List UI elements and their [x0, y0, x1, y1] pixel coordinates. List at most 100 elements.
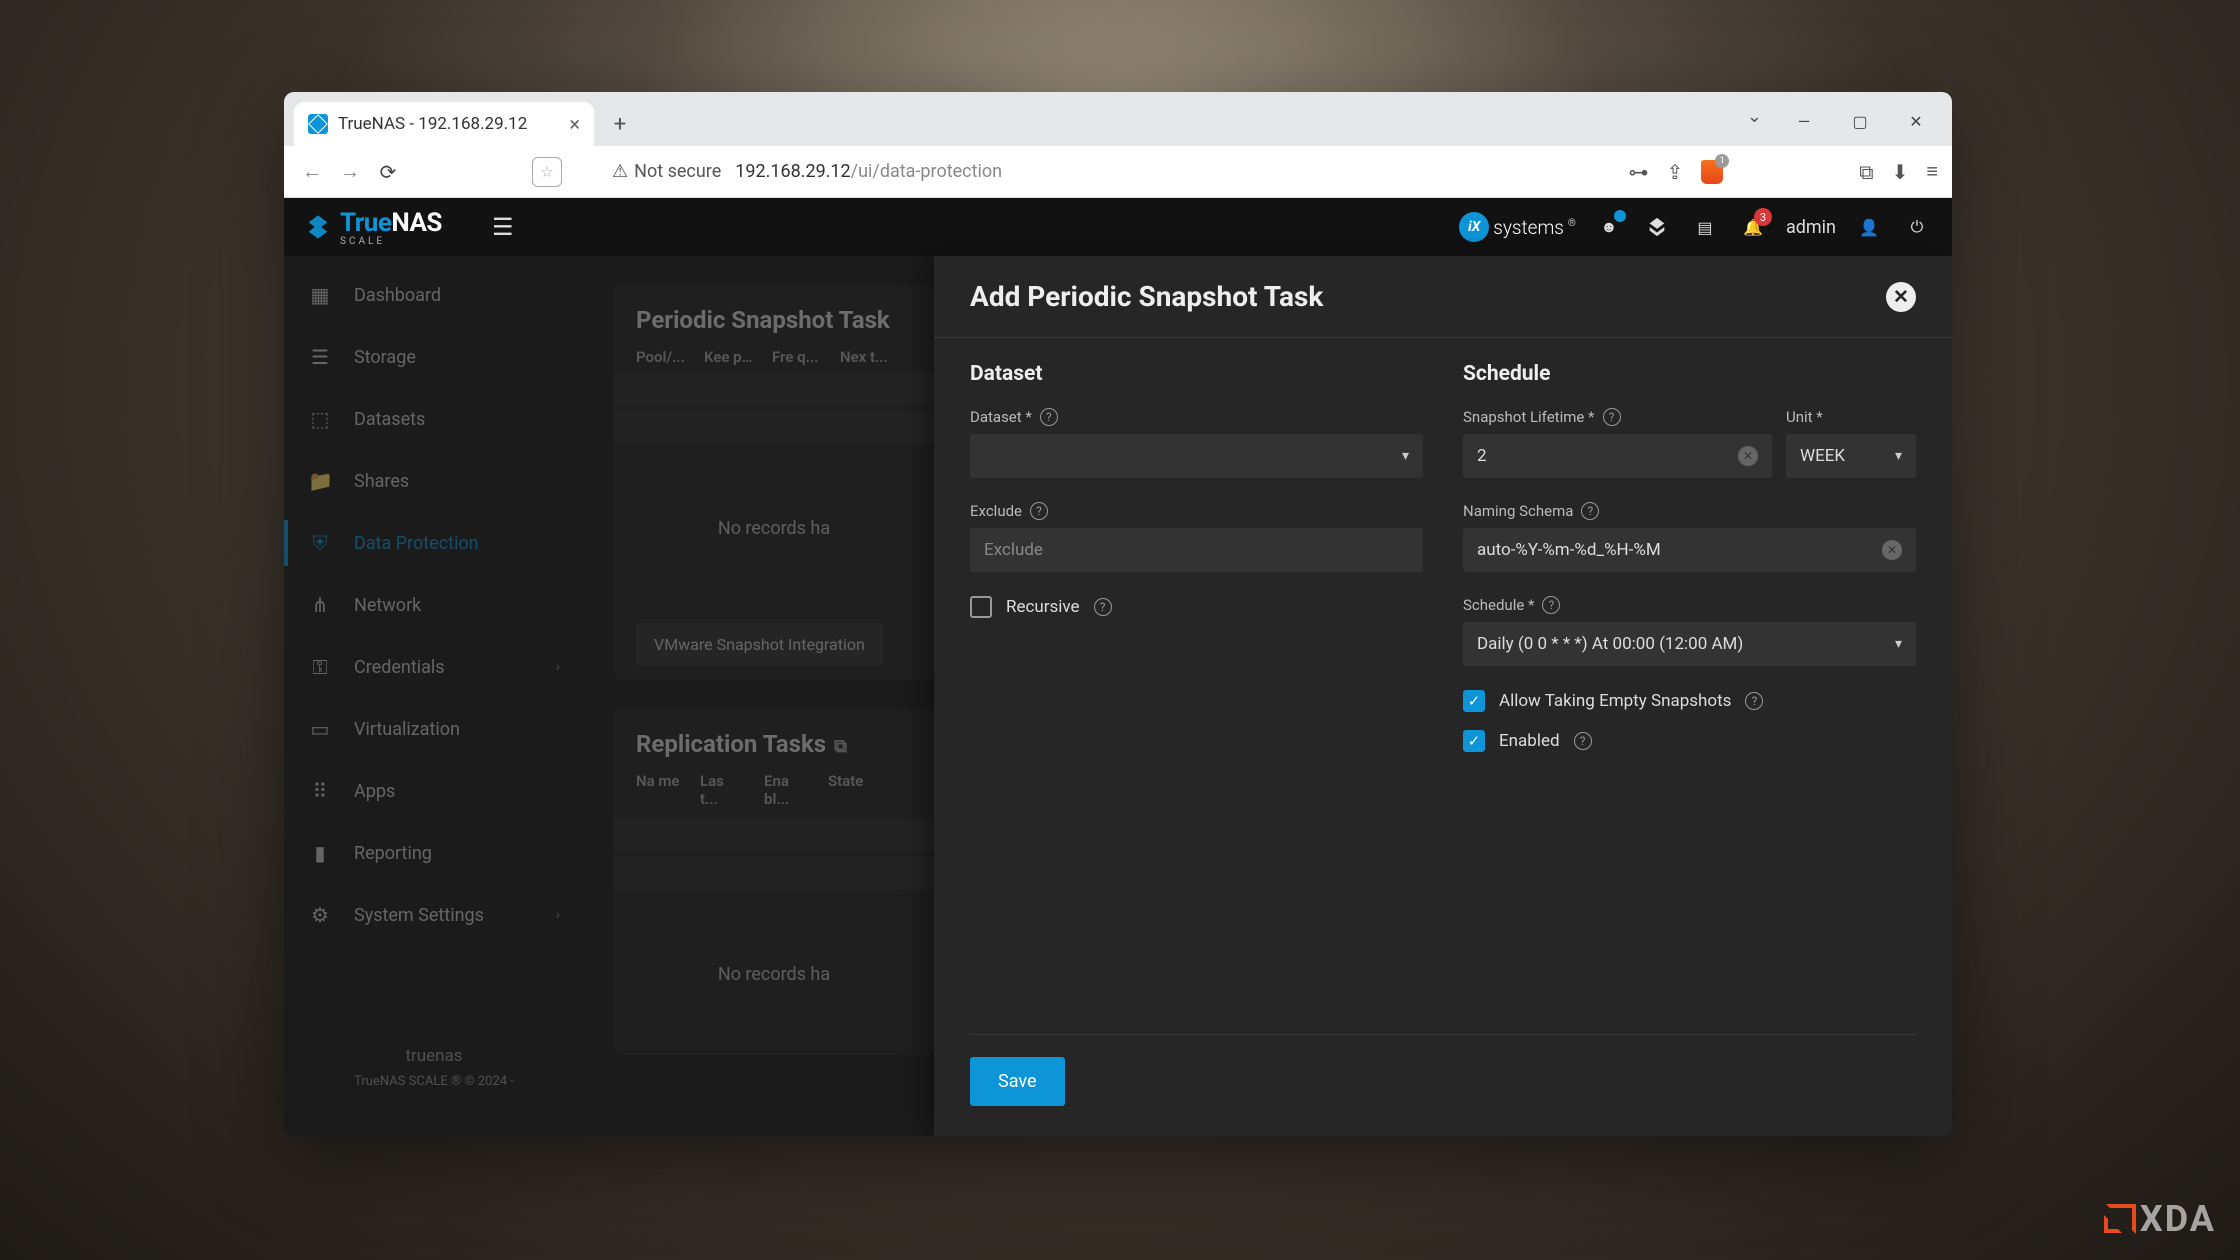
sidebar-item-apps[interactable]: ⠿Apps: [284, 760, 584, 822]
empty-message: No records ha: [614, 448, 934, 609]
reload-button[interactable]: ⟳: [374, 158, 402, 186]
help-icon[interactable]: ?: [1094, 598, 1112, 616]
status-dot-icon: [1614, 210, 1626, 222]
user-avatar-icon[interactable]: 👤: [1854, 212, 1884, 242]
table-header: Na me Las t... Ena bl... State: [614, 772, 934, 818]
dataset-field: Dataset *?: [970, 408, 1423, 478]
lifetime-input[interactable]: 2✕: [1463, 434, 1772, 478]
help-icon[interactable]: ?: [1040, 408, 1058, 426]
chevron-right-icon: ›: [556, 659, 560, 675]
shares-icon: 📁: [308, 469, 332, 493]
updates-icon[interactable]: [1642, 212, 1672, 242]
address-bar[interactable]: ⚠ Not secure 192.168.29.12/ui/data-prote…: [572, 161, 1619, 182]
schedule-select[interactable]: Daily (0 0 * * *) At 00:00 (12:00 AM): [1463, 622, 1916, 666]
recursive-checkbox[interactable]: [970, 596, 992, 618]
power-icon[interactable]: ⏻: [1902, 212, 1932, 242]
downloads-icon[interactable]: ⬇: [1892, 160, 1909, 184]
minimize-button[interactable]: —: [1778, 102, 1830, 140]
maximize-button[interactable]: ▢: [1834, 102, 1886, 140]
chevron-right-icon: ›: [556, 907, 560, 923]
warning-icon: ⚠: [612, 161, 628, 182]
help-icon[interactable]: ?: [1603, 408, 1621, 426]
external-link-icon[interactable]: ⧉: [834, 736, 847, 757]
exclude-input[interactable]: Exclude: [970, 528, 1423, 572]
browser-tab[interactable]: TrueNAS - 192.168.29.12 ×: [294, 102, 594, 146]
dataset-select[interactable]: [970, 434, 1423, 478]
panel-header: Add Periodic Snapshot Task ✕: [934, 256, 1952, 337]
sidebar-item-datasets[interactable]: ⬚Datasets: [284, 388, 584, 450]
ix-icon: iX: [1459, 212, 1489, 242]
empty-message: No records ha: [614, 894, 934, 1055]
back-button[interactable]: ←: [298, 158, 326, 186]
hostname: truenas: [284, 1046, 584, 1066]
not-secure-label: Not secure: [634, 161, 721, 182]
help-icon[interactable]: ?: [1574, 732, 1592, 750]
favicon-icon: [308, 114, 328, 134]
security-indicator[interactable]: ⚠ Not secure: [612, 161, 721, 182]
extensions-icon[interactable]: ⧉: [1859, 160, 1873, 184]
schedule-field: Schedule *? Daily (0 0 * * *) At 00:00 (…: [1463, 596, 1916, 666]
hamburger-icon[interactable]: ☰: [492, 213, 514, 241]
sidebar: ▦Dashboard ☰Storage ⬚Datasets 📁Shares ⛨D…: [284, 256, 584, 1136]
tasks-icon[interactable]: ▤: [1690, 212, 1720, 242]
truenas-app: TrueNAS SCALE ☰ iX systems® ☻ ▤ 🔔3 admin…: [284, 198, 1952, 1136]
status-icon[interactable]: ☻: [1594, 212, 1624, 242]
share-icon[interactable]: ⇪: [1667, 160, 1684, 184]
exclude-field: Exclude? Exclude: [970, 502, 1423, 572]
sidebar-item-shares[interactable]: 📁Shares: [284, 450, 584, 512]
sidebar-item-reporting[interactable]: ▮Reporting: [284, 822, 584, 884]
sidebar-item-credentials[interactable]: ⚿Credentials›: [284, 636, 584, 698]
dashboard-icon: ▦: [308, 283, 332, 307]
close-tab-icon[interactable]: ×: [569, 112, 580, 136]
truenas-logo[interactable]: TrueNAS SCALE: [304, 208, 442, 247]
clear-icon[interactable]: ✕: [1738, 446, 1758, 466]
panel-footer: Save: [934, 1034, 1952, 1136]
sidebar-item-virtualization[interactable]: ▭Virtualization: [284, 698, 584, 760]
table-header: Pool/... Kee p... Fre q... Nex t...: [614, 348, 934, 372]
save-button[interactable]: Save: [970, 1057, 1065, 1106]
new-tab-button[interactable]: +: [602, 106, 638, 142]
allow-empty-checkbox[interactable]: [1463, 690, 1485, 712]
header-right: iX systems® ☻ ▤ 🔔3 admin 👤 ⏻: [1459, 212, 1932, 242]
window-controls: — ▢ ✕: [1778, 102, 1942, 140]
sidebar-item-network[interactable]: ⋔Network: [284, 574, 584, 636]
browser-window: TrueNAS - 192.168.29.12 × + ⌄ — ▢ ✕ ← → …: [284, 92, 1952, 1136]
unit-field: Unit * WEEK: [1786, 408, 1916, 478]
help-icon[interactable]: ?: [1542, 596, 1560, 614]
help-icon[interactable]: ?: [1581, 502, 1599, 520]
apps-icon: ⠿: [308, 779, 332, 803]
enabled-checkbox[interactable]: [1463, 730, 1485, 752]
key-icon[interactable]: ⊶: [1629, 160, 1649, 184]
tab-strip: TrueNAS - 192.168.29.12 × +: [284, 92, 1952, 146]
section-heading: Dataset: [970, 362, 1423, 386]
lifetime-field: Snapshot Lifetime *? 2✕: [1463, 408, 1772, 478]
forward-button[interactable]: →: [336, 158, 364, 186]
sidebar-item-storage[interactable]: ☰Storage: [284, 326, 584, 388]
app-header: TrueNAS SCALE ☰ iX systems® ☻ ▤ 🔔3 admin…: [284, 198, 1952, 256]
clear-icon[interactable]: ✕: [1882, 540, 1902, 560]
ixsystems-logo[interactable]: iX systems®: [1459, 212, 1576, 242]
help-icon[interactable]: ?: [1030, 502, 1048, 520]
close-window-button[interactable]: ✕: [1890, 102, 1942, 140]
vmware-integration-button[interactable]: VMware Snapshot Integration: [636, 623, 883, 666]
help-icon[interactable]: ?: [1745, 692, 1763, 710]
naming-schema-input[interactable]: auto-%Y-%m-%d_%H-%M✕: [1463, 528, 1916, 572]
unit-select[interactable]: WEEK: [1786, 434, 1916, 478]
bookmark-icon[interactable]: ☆: [532, 157, 562, 187]
tabs-dropdown-icon[interactable]: ⌄: [1747, 106, 1762, 127]
sidebar-item-dashboard[interactable]: ▦Dashboard: [284, 264, 584, 326]
datasets-icon: ⬚: [308, 407, 332, 431]
menu-icon[interactable]: ≡: [1926, 159, 1938, 184]
recursive-checkbox-row: Recursive ?: [970, 596, 1423, 618]
shield-badge: 1: [1715, 154, 1729, 168]
xda-logo-icon: [2106, 1204, 2136, 1234]
url-text: 192.168.29.12/ui/data-protection: [735, 161, 1002, 182]
sidebar-item-data-protection[interactable]: ⛨Data Protection: [284, 512, 584, 574]
close-panel-button[interactable]: ✕: [1886, 282, 1916, 312]
alerts-icon[interactable]: 🔔3: [1738, 212, 1768, 242]
network-icon: ⋔: [308, 593, 332, 617]
shield-icon[interactable]: 1: [1701, 160, 1723, 184]
enabled-checkbox-row: Enabled ?: [1463, 730, 1916, 752]
toolbar-right: ⊶ ⇪ 1 ⧉ ⬇ ≡: [1629, 159, 1938, 184]
sidebar-item-system-settings[interactable]: ⚙System Settings›: [284, 884, 584, 946]
